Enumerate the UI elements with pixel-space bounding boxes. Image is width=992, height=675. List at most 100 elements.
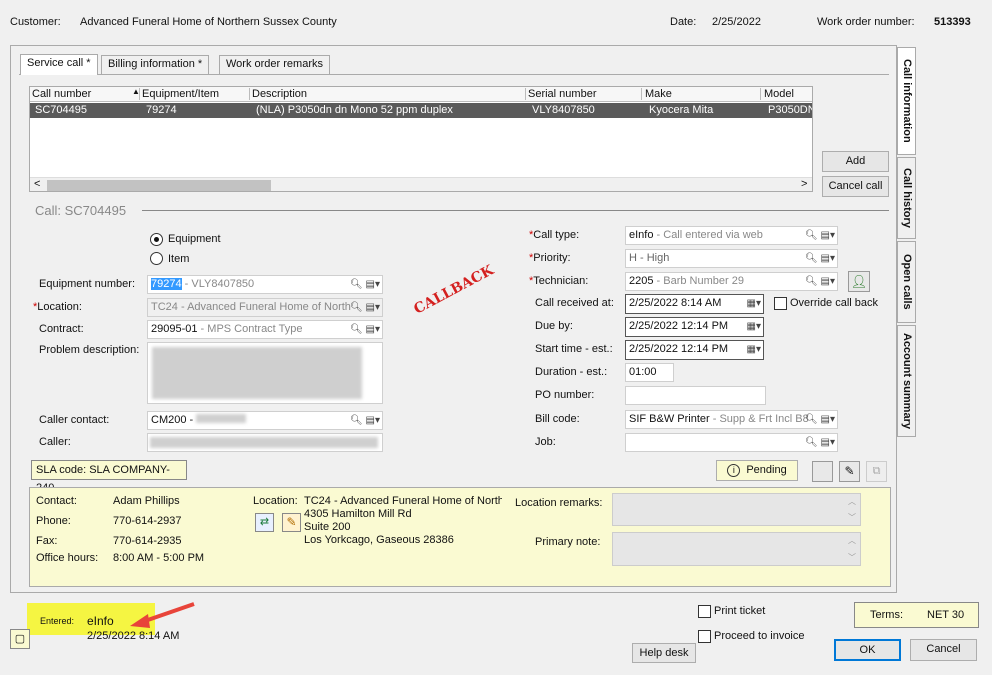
side-tab-call-history[interactable]: Call history — [897, 157, 916, 239]
terms-label: Terms: — [870, 609, 903, 621]
print-ticket-label: Print ticket — [714, 605, 766, 617]
override-call-back-checkbox[interactable] — [774, 297, 787, 310]
col-serial-number[interactable]: Serial number — [528, 88, 642, 100]
document-icon[interactable]: ▢ — [10, 629, 30, 649]
equipment-radio[interactable] — [150, 233, 163, 246]
item-radio[interactable] — [150, 252, 163, 265]
item-radio-label: Item — [168, 253, 190, 265]
side-tab-account-summary[interactable]: Account summary — [897, 325, 916, 437]
location-line-3: Suite 200 — [304, 521, 351, 533]
call-type-label: Call type: — [533, 229, 580, 241]
primary-note-field[interactable]: ︿ ﹀ — [612, 532, 861, 566]
customer-name: Advanced Funeral Home of Northern Sussex… — [80, 16, 337, 28]
calls-grid: Call number ▲ Equipment/Item Description… — [29, 86, 813, 192]
tab-service-call[interactable]: Service call * — [20, 54, 98, 75]
technician-field[interactable]: 2205 - Barb Number 29 🔍︎ ▤▾ — [625, 272, 838, 291]
priority-label: Priority: — [533, 252, 571, 264]
technician-user-icon[interactable]: 👤︎ — [848, 271, 870, 292]
caller-field[interactable] — [147, 433, 383, 452]
col-model[interactable]: Model — [764, 88, 794, 100]
location-line-1: TC24 - Advanced Funeral Home of Northe — [304, 495, 502, 507]
priority-field[interactable]: H - High 🔍︎ ▤▾ — [625, 249, 838, 268]
caller-label: Caller: — [39, 436, 71, 448]
start-time-field[interactable]: 2/25/2022 12:14 PM ▦▾ — [625, 340, 764, 360]
side-tab-open-calls[interactable]: Open calls — [897, 241, 916, 323]
office-hours-label: Office hours: — [36, 552, 99, 564]
scroll-right-icon[interactable]: > — [801, 178, 807, 190]
horizontal-scrollbar[interactable]: < > — [30, 177, 812, 191]
tab-billing-information[interactable]: Billing information * — [101, 55, 210, 74]
location-line-2: 4305 Hamilton Mill Rd — [304, 508, 412, 520]
sort-asc-icon: ▲ — [132, 87, 140, 96]
equipment-radio-label: Equipment — [168, 233, 221, 245]
fax-value: 770-614-2935 — [113, 535, 182, 547]
entered-by: eInfo — [87, 614, 114, 628]
location-info-label: Location: — [253, 495, 298, 507]
phone-value: 770-614-2937 — [113, 515, 182, 527]
edit-location-icon[interactable]: ✎ — [282, 513, 301, 532]
col-call-number[interactable]: Call number — [32, 88, 140, 100]
print-ticket-checkbox[interactable] — [698, 605, 711, 618]
location-remarks-field[interactable]: ︿ ﹀ — [612, 493, 861, 526]
problem-description-label: Problem description: — [39, 344, 140, 356]
help-desk-button[interactable]: Help desk — [632, 643, 696, 663]
blank-tool-button[interactable] — [812, 461, 833, 482]
calendar-icon: ▦▾ — [746, 321, 761, 332]
calendar-icon: ▦▾ — [746, 298, 761, 309]
proceed-to-invoice-checkbox[interactable] — [698, 630, 711, 643]
bill-code-label: Bill code: — [535, 413, 580, 425]
sla-code: SLA code: SLA COMPANY-240 — [31, 460, 187, 494]
table-row[interactable]: SC704495 79274 (NLA) P3050dn dn Mono 52 … — [30, 103, 812, 118]
pending-button[interactable]: i Pending — [716, 460, 798, 481]
location-label: Location: — [37, 301, 82, 313]
arrow-annotation — [130, 602, 195, 628]
add-button[interactable]: Add — [822, 151, 889, 172]
entered-label: Entered: — [40, 616, 75, 626]
due-by-label: Due by: — [535, 320, 573, 332]
scroll-left-icon[interactable]: < — [34, 178, 40, 190]
side-tab-call-information[interactable]: Call information — [897, 47, 916, 155]
terms-value: NET 30 — [927, 609, 965, 621]
call-type-field[interactable]: eInfo - Call entered via web 🔍︎ ▤▾ — [625, 226, 838, 245]
ok-button[interactable]: OK — [834, 639, 901, 661]
job-label: Job: — [535, 436, 556, 448]
bill-code-field[interactable]: SIF B&W Printer - Supp & Frt Incl B8 🔍︎ ▤… — [625, 410, 838, 429]
job-field[interactable]: 🔍︎ ▤▾ — [625, 433, 838, 452]
contact-label: Contact: — [36, 495, 77, 507]
location-field[interactable]: TC24 - Advanced Funeral Home of North 🔍︎ … — [147, 298, 383, 317]
copy-icon[interactable]: ⧉ — [866, 461, 887, 482]
tab-work-order-remarks[interactable]: Work order remarks — [219, 55, 330, 74]
col-make[interactable]: Make — [645, 88, 761, 100]
attachment-icon[interactable]: ✎ — [839, 461, 860, 482]
cancel-button[interactable]: Cancel — [910, 639, 977, 661]
received-field[interactable]: 2/25/2022 8:14 AM ▦▾ — [625, 294, 764, 314]
col-description[interactable]: Description — [252, 88, 526, 100]
technician-label: Technician: — [533, 275, 589, 287]
call-divider — [142, 210, 889, 211]
override-call-back-label: Override call back — [790, 297, 879, 309]
equipment-number-field[interactable]: 79274 - VLY8407850 🔍︎ ▤▾ — [147, 275, 383, 294]
col-equipment-item[interactable]: Equipment/Item — [142, 88, 250, 100]
location-remarks-label: Location remarks: — [515, 497, 603, 509]
start-time-label: Start time - est.: — [535, 343, 613, 355]
scrollbar-thumb[interactable] — [47, 180, 271, 191]
date-value: 2/25/2022 — [712, 16, 761, 28]
lookup-icon[interactable]: 🔍︎ ▤▾ — [350, 276, 380, 293]
contract-label: Contract: — [39, 323, 84, 335]
problem-description-field[interactable] — [147, 342, 383, 404]
info-icon: i — [727, 464, 741, 477]
grid-header: Call number ▲ Equipment/Item Description… — [30, 87, 812, 102]
swap-location-icon[interactable]: ⇄ — [255, 513, 274, 532]
cell-call-number: SC704495 — [35, 104, 87, 116]
due-by-field[interactable]: 2/25/2022 12:14 PM ▦▾ — [625, 317, 764, 337]
po-number-field[interactable] — [625, 386, 766, 405]
caller-contact-field[interactable]: CM200 - 🔍︎ ▤▾ — [147, 411, 383, 430]
duration-field[interactable]: 01:00 — [625, 363, 674, 382]
work-order-label: Work order number: — [817, 16, 915, 28]
calendar-icon: ▦▾ — [746, 344, 761, 355]
fax-label: Fax: — [36, 535, 58, 547]
terms-box: Terms: NET 30 — [854, 602, 979, 628]
cancel-call-button[interactable]: Cancel call — [822, 176, 889, 197]
po-number-label: PO number: — [535, 389, 595, 401]
contract-field[interactable]: 29095-01 - MPS Contract Type 🔍︎ ▤▾ — [147, 320, 383, 339]
